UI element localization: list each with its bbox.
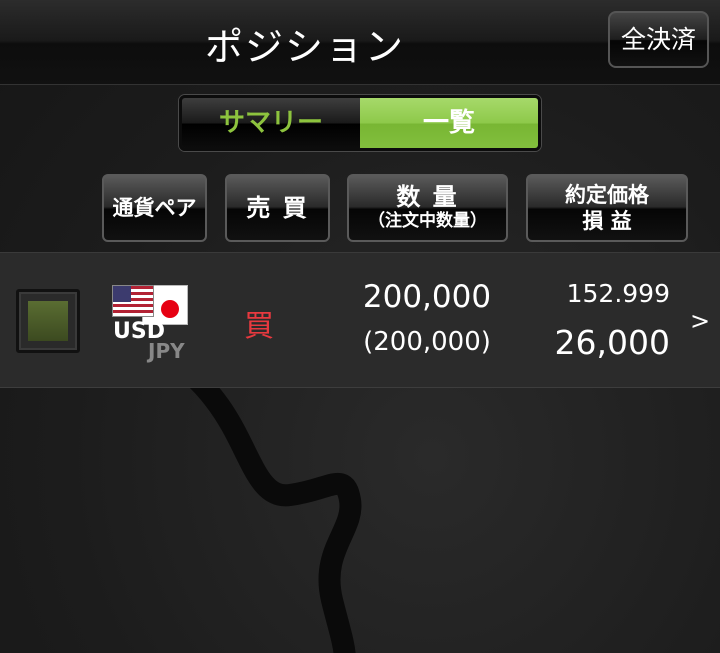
pl-column-label: 損 益 xyxy=(582,209,632,233)
sort-side-button[interactable]: 売 買 xyxy=(225,174,330,242)
order-quantity-value: (200,000) xyxy=(363,327,491,357)
sort-price-button[interactable]: 約定価格 損 益 xyxy=(526,174,688,242)
title-bar: ポジション 全決済 xyxy=(0,0,720,85)
profit-loss-value: 26,000 xyxy=(554,323,670,362)
currency-pair-icon: JPY USD xyxy=(110,283,194,363)
quantity-value: 200,000 xyxy=(362,279,492,315)
us-flag-icon xyxy=(112,285,154,317)
quantity-column-label: 数 量 xyxy=(396,183,459,211)
page-title: ポジション xyxy=(204,25,405,69)
price-column-label: 約定価格 xyxy=(565,183,649,207)
close-all-button[interactable]: 全決済 xyxy=(608,11,709,68)
tab-list[interactable]: 一覧 xyxy=(360,98,538,148)
order-quantity-column-label: （注文中数量） xyxy=(368,211,487,231)
execution-price-value: 152.999 xyxy=(566,279,670,308)
positions-screen: ポジション 全決済 サマリー 一覧 通貨ペア 売 買 数 量 （注文中数量） 約… xyxy=(0,0,720,653)
base-currency: USD xyxy=(113,319,165,344)
view-tabs: サマリー 一覧 xyxy=(179,95,541,151)
side-column-label: 売 買 xyxy=(246,194,309,222)
chevron-right-icon[interactable]: > xyxy=(690,307,710,335)
row-checkbox[interactable] xyxy=(16,289,80,353)
sort-pair-button[interactable]: 通貨ペア xyxy=(102,174,207,242)
pair-column-label: 通貨ペア xyxy=(112,196,197,220)
side-value: 買 xyxy=(244,309,274,344)
tab-summary[interactable]: サマリー xyxy=(182,98,360,148)
position-row[interactable]: JPY USD 買 200,000 (200,000) 152.999 26,0… xyxy=(0,252,720,388)
sort-quantity-button[interactable]: 数 量 （注文中数量） xyxy=(347,174,508,242)
checkbox-mark xyxy=(28,301,68,341)
